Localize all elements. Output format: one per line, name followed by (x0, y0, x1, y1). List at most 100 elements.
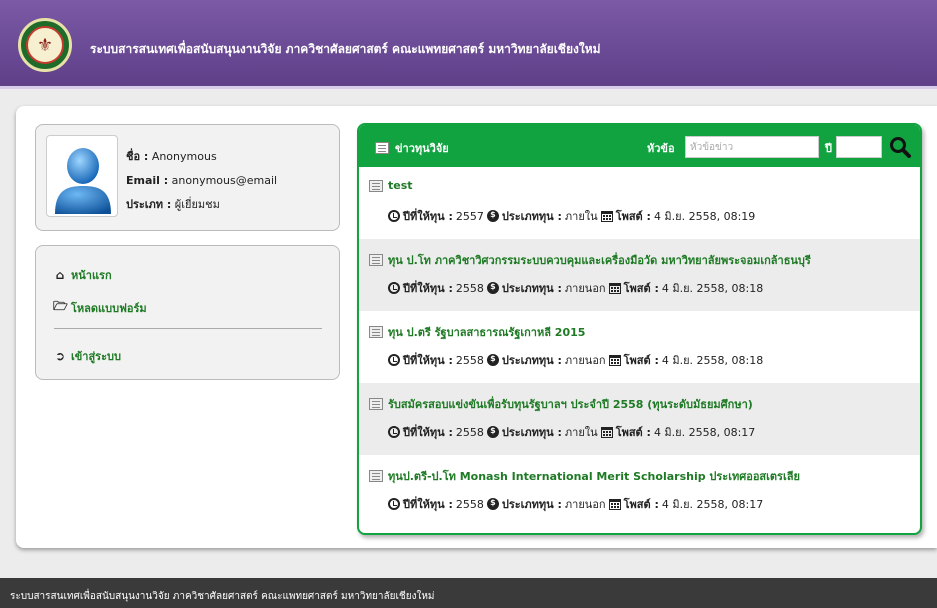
year-label: ปีที่ให้ทุน : (403, 210, 453, 223)
year-input[interactable] (836, 136, 882, 158)
coin-icon (486, 210, 499, 222)
clock-icon (388, 282, 400, 294)
name-value: Anonymous (151, 150, 217, 163)
news-item-meta: ปีที่ให้ทุน : 2558 ประเภททุน : ภายนอก โพ… (388, 351, 763, 369)
year-label: ปี (825, 142, 832, 155)
site-header: ⚜ ระบบสารสนเทศเพื่อสนับสนุนงานวิจัย ภาคว… (0, 0, 937, 89)
coin-icon (486, 426, 499, 438)
news-item-meta: ปีที่ให้ทุน : 2557 ประเภททุน : ภายใน โพส… (388, 207, 755, 225)
clock-icon (388, 426, 400, 438)
news-item-title[interactable]: ทุน ป.ตรี รัฐบาลสาธารณรัฐเกาหลี 2015 (369, 323, 585, 341)
posted-label: โพสต์ : (623, 354, 659, 367)
coin-icon (486, 498, 499, 510)
type-value: ภายใน (564, 210, 598, 223)
year-value: 2558 (455, 497, 484, 511)
avatar (46, 135, 118, 217)
document-icon (369, 179, 383, 192)
email-value: anonymous@email (171, 174, 278, 187)
type-value: ภายนอก (564, 282, 606, 295)
profile-type-row: ประเภท : ผู้เยี่ยมชม (126, 193, 277, 217)
document-icon (369, 398, 383, 410)
clock-icon (388, 210, 400, 222)
news-header: ข่าวทุนวิจัย หัวข้อ ปี (359, 125, 920, 167)
folder-open-icon: 🗁 (53, 299, 68, 313)
nav-divider (54, 328, 322, 329)
news-item-title-text[interactable]: test (388, 179, 413, 192)
news-icon (375, 142, 389, 154)
search-icon[interactable] (888, 135, 912, 159)
news-item-title[interactable]: ทุนป.ตรี-ป.โท Monash International Merit… (369, 467, 800, 485)
search-label: หัวข้อ (647, 142, 675, 155)
profile-card: ชื่อ : Anonymous Email : anonymous@email… (35, 124, 340, 231)
year-label: ปีที่ให้ทุน : (403, 426, 453, 439)
posted-value: 4 มิ.ย. 2558, 08:17 (661, 498, 764, 511)
search-input[interactable] (685, 136, 819, 158)
calendar-icon (608, 282, 621, 294)
document-icon (369, 254, 383, 266)
nav-item-download-forms[interactable]: 🗁 โหลดแบบฟอร์ม (53, 297, 147, 318)
news-item[interactable]: รับสมัครสอบแข่งขันเพื่อรับทุนรัฐบาลฯ ประ… (359, 383, 920, 455)
profile-email-row: Email : anonymous@email (126, 169, 277, 193)
type-value: ภายนอก (564, 498, 606, 511)
calendar-icon (608, 498, 621, 510)
site-footer: ระบบสารสนเทศเพื่อสนับสนุนงานวิจัย ภาควิช… (0, 578, 937, 608)
news-item-meta: ปีที่ให้ทุน : 2558 ประเภททุน : ภายนอก โพ… (388, 279, 763, 297)
nav-item-login[interactable]: ➲ เข้าสู่ระบบ (53, 347, 121, 365)
year-value: 2558 (455, 425, 484, 439)
posted-label: โพสต์ : (615, 426, 651, 439)
login-icon: ➲ (54, 349, 66, 363)
year-value: 2557 (455, 209, 484, 223)
coin-icon (486, 354, 499, 366)
university-seal-icon[interactable]: ⚜ (18, 18, 72, 72)
calendar-icon (600, 426, 613, 438)
news-item-title-text[interactable]: ทุนป.ตรี-ป.โท Monash International Merit… (388, 467, 800, 485)
profile-name-row: ชื่อ : Anonymous (126, 145, 277, 169)
nav-item-home[interactable]: ⌂ หน้าแรก (53, 266, 112, 284)
sidebar-nav: ⌂ หน้าแรก 🗁 โหลดแบบฟอร์ม ➲ เข้าสู่ระบบ (35, 245, 340, 380)
type-label: ประเภททุน : (501, 210, 562, 223)
news-panel: ข่าวทุนวิจัย หัวข้อ ปี test ปีที่ให้ทุน … (357, 123, 922, 535)
news-item[interactable]: ทุน ป.โท ภาควิชาวิศวกรรมระบบควบคุมและเคร… (359, 239, 920, 311)
type-value: ผู้เยี่ยมชม (174, 198, 220, 211)
news-item-title[interactable]: test (369, 179, 413, 192)
news-item[interactable]: ทุน ป.ตรี รัฐบาลสาธารณรัฐเกาหลี 2015 ปีท… (359, 311, 920, 383)
type-label: ประเภททุน : (501, 426, 562, 439)
posted-value: 4 มิ.ย. 2558, 08:19 (653, 210, 756, 223)
news-item-meta: ปีที่ให้ทุน : 2558 ประเภททุน : ภายนอก โพ… (388, 495, 763, 513)
news-title-text: ข่าวทุนวิจัย (395, 142, 449, 155)
name-label: ชื่อ : (126, 150, 149, 163)
news-item[interactable]: test ปีที่ให้ทุน : 2557 ประเภททุน : ภายใ… (359, 167, 920, 239)
posted-value: 4 มิ.ย. 2558, 08:18 (661, 354, 764, 367)
year-label: ปีที่ให้ทุน : (403, 498, 453, 511)
news-item-title[interactable]: ทุน ป.โท ภาควิชาวิศวกรรมระบบควบคุมและเคร… (369, 251, 811, 269)
posted-value: 4 มิ.ย. 2558, 08:17 (653, 426, 756, 439)
year-label: ปีที่ให้ทุน : (403, 354, 453, 367)
nav-item-label: เข้าสู่ระบบ (71, 350, 121, 363)
news-title: ข่าวทุนวิจัย (375, 139, 449, 157)
type-value: ภายนอก (564, 354, 606, 367)
year-value: 2558 (455, 281, 484, 295)
news-item[interactable]: ทุนป.ตรี-ป.โท Monash International Merit… (359, 455, 920, 527)
news-item-title[interactable]: รับสมัครสอบแข่งขันเพื่อรับทุนรัฐบาลฯ ประ… (369, 395, 753, 413)
nav-item-label: หน้าแรก (71, 269, 112, 282)
year-value: 2558 (455, 353, 484, 367)
type-value: ภายใน (564, 426, 598, 439)
posted-value: 4 มิ.ย. 2558, 08:18 (661, 282, 764, 295)
clock-icon (388, 354, 400, 366)
profile-details: ชื่อ : Anonymous Email : anonymous@email… (126, 145, 277, 217)
news-item-title-text[interactable]: ทุน ป.ตรี รัฐบาลสาธารณรัฐเกาหลี 2015 (388, 323, 585, 341)
news-item-meta: ปีที่ให้ทุน : 2558 ประเภททุน : ภายใน โพส… (388, 423, 755, 441)
news-item-title-text[interactable]: ทุน ป.โท ภาควิชาวิศวกรรมระบบควบคุมและเคร… (388, 251, 811, 269)
document-icon (369, 326, 383, 338)
calendar-icon (600, 210, 613, 222)
site-title: ระบบสารสนเทศเพื่อสนับสนุนงานวิจัย ภาควิช… (90, 42, 601, 56)
clock-icon (388, 498, 400, 510)
news-item-title-text[interactable]: รับสมัครสอบแข่งขันเพื่อรับทุนรัฐบาลฯ ประ… (388, 395, 753, 413)
coin-icon (486, 282, 499, 294)
year-label: ปีที่ให้ทุน : (403, 282, 453, 295)
posted-label: โพสต์ : (623, 498, 659, 511)
footer-text: ระบบสารสนเทศเพื่อสนับสนุนงานวิจัย ภาควิช… (10, 591, 435, 602)
user-avatar-icon (55, 148, 111, 214)
type-label: ประเภททุน : (501, 354, 562, 367)
type-label: ประเภททุน : (501, 498, 562, 511)
